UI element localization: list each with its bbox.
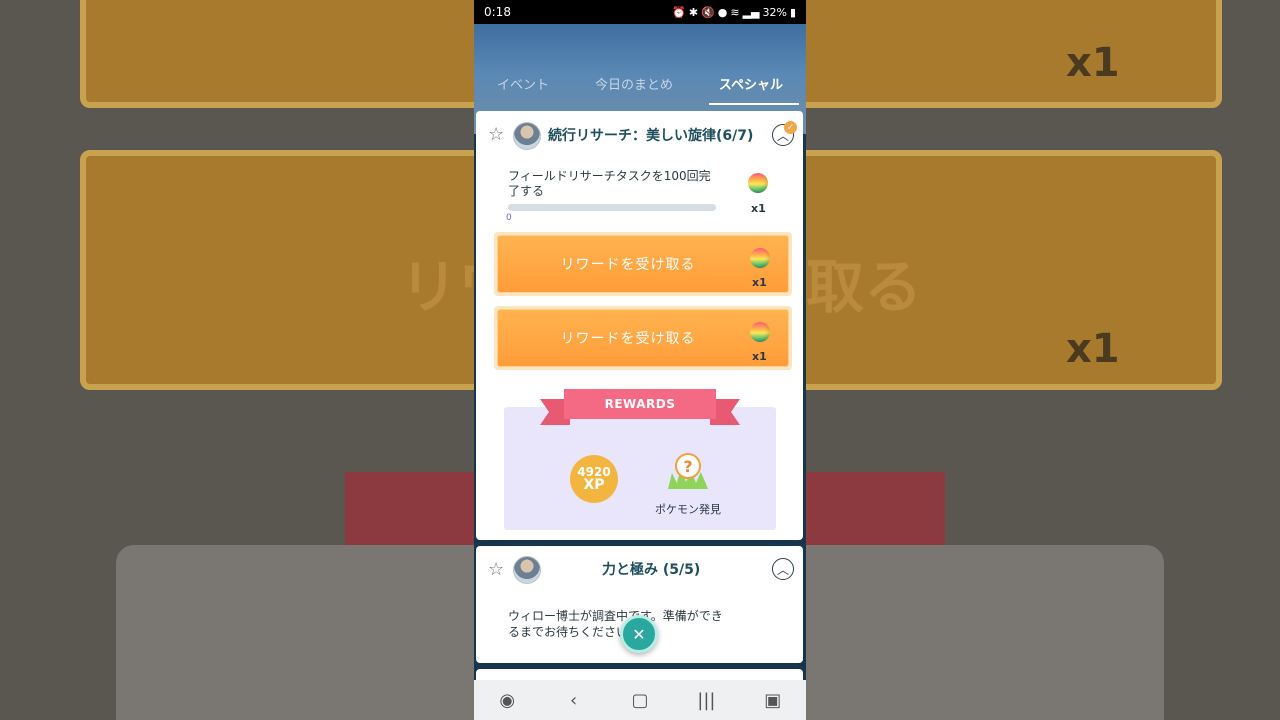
status-time: 0:18: [484, 5, 511, 19]
claim-reward-label: リワードを受け取る: [560, 331, 696, 347]
reward-qty: x1: [751, 202, 766, 215]
tab-today-summary[interactable]: 今日のまとめ: [587, 68, 681, 99]
screen: x1 リワードを受け取る x1 0:18 ⏰ ✱ 🔇 ● ≋ ▂▄ 32% ▮ …: [0, 0, 1280, 720]
screen-capture-icon[interactable]: ▣: [758, 690, 788, 711]
pokemon-encounter-icon: ?: [666, 447, 710, 493]
battery-text: 32%: [762, 5, 787, 19]
avatar: [513, 122, 541, 150]
reward-qty: x1: [752, 350, 767, 363]
avatar: [513, 556, 541, 584]
phone-screen: 0:18 ⏰ ✱ 🔇 ● ≋ ▂▄ 32% ▮ イベント 今日のまとめ スペシャ…: [474, 0, 806, 720]
star-icon[interactable]: ☆: [488, 561, 506, 579]
close-icon: ✕: [632, 624, 646, 644]
task-description: フィールドリサーチタスクを100回完了する: [508, 169, 711, 198]
wifi-icon: ≋: [730, 5, 740, 19]
xp-reward-icon: 4920 XP: [570, 455, 618, 503]
battery-icon: ▮: [789, 5, 796, 19]
rewards-header: REWARDS: [564, 389, 716, 419]
back-icon[interactable]: ‹: [559, 690, 589, 711]
claim-reward-button[interactable]: リワードを受け取る x1: [494, 232, 792, 296]
claim-reward-button[interactable]: リワードを受け取る x1: [494, 306, 792, 370]
claim-reward-label: リワードを受け取る: [560, 257, 696, 273]
rewards-ribbon: REWARDS: [540, 389, 740, 425]
signal-icon: ▂▄: [742, 5, 760, 19]
collapse-button[interactable]: ︿: [772, 558, 794, 580]
location-icon: ●: [717, 5, 728, 19]
system-nav-bar: ◉ ‹ ▢ ||| ▣: [474, 680, 806, 720]
mute-icon: 🔇: [701, 5, 715, 19]
home-icon[interactable]: ▢: [625, 690, 655, 711]
star-icon[interactable]: ☆: [488, 126, 506, 144]
research-title: 続行リサーチ：美しい旋律(6/7): [548, 128, 754, 144]
research-title: 力と極み (5/5): [602, 562, 701, 578]
claim-reward-inner: リワードを受け取る x1: [497, 235, 789, 293]
chevron-up-icon: ︿: [776, 562, 789, 577]
task-progress-bar: [508, 204, 716, 211]
research-card-melody: ☆ 続行リサーチ：美しい旋律(6/7) ︿ ✓ フィールドリサーチタスクを100…: [476, 111, 803, 540]
xp-unit: XP: [583, 477, 605, 493]
claim-reward-inner: リワードを受け取る x1: [497, 309, 789, 367]
tab-special[interactable]: スペシャル: [708, 68, 800, 105]
status-icons: ⏰ ✱ 🔇 ● ≋ ▂▄ 32% ▮: [672, 6, 796, 19]
close-button[interactable]: ✕: [620, 615, 658, 653]
reward-qty: x1: [752, 276, 767, 289]
reward-ball-icon: [748, 173, 768, 193]
bg-qty: x1: [1066, 326, 1120, 372]
tab-event[interactable]: イベント: [489, 68, 557, 99]
willow-message: ウィロー博士が調査中です。準備ができるまでお待ちください。: [508, 609, 723, 639]
rewards-panel: [504, 407, 776, 530]
reward-ball-icon: [750, 322, 770, 342]
bluetooth-icon: ✱: [688, 5, 699, 19]
alarm-icon: ⏰: [672, 5, 686, 19]
bg-qty: x1: [1066, 40, 1120, 86]
question-mark-icon: ?: [675, 453, 701, 479]
progress-value: 0: [506, 213, 512, 223]
tab-bar: イベント 今日のまとめ スペシャル: [474, 64, 806, 105]
recents-icon[interactable]: |||: [691, 690, 721, 711]
encounter-label: ポケモン発見: [655, 503, 721, 516]
reward-ball-icon: [750, 248, 770, 268]
check-icon: ✓: [784, 121, 797, 134]
status-bar: 0:18 ⏰ ✱ 🔇 ● ≋ ▂▄ 32% ▮: [474, 0, 806, 24]
game-launcher-icon[interactable]: ◉: [492, 690, 522, 711]
